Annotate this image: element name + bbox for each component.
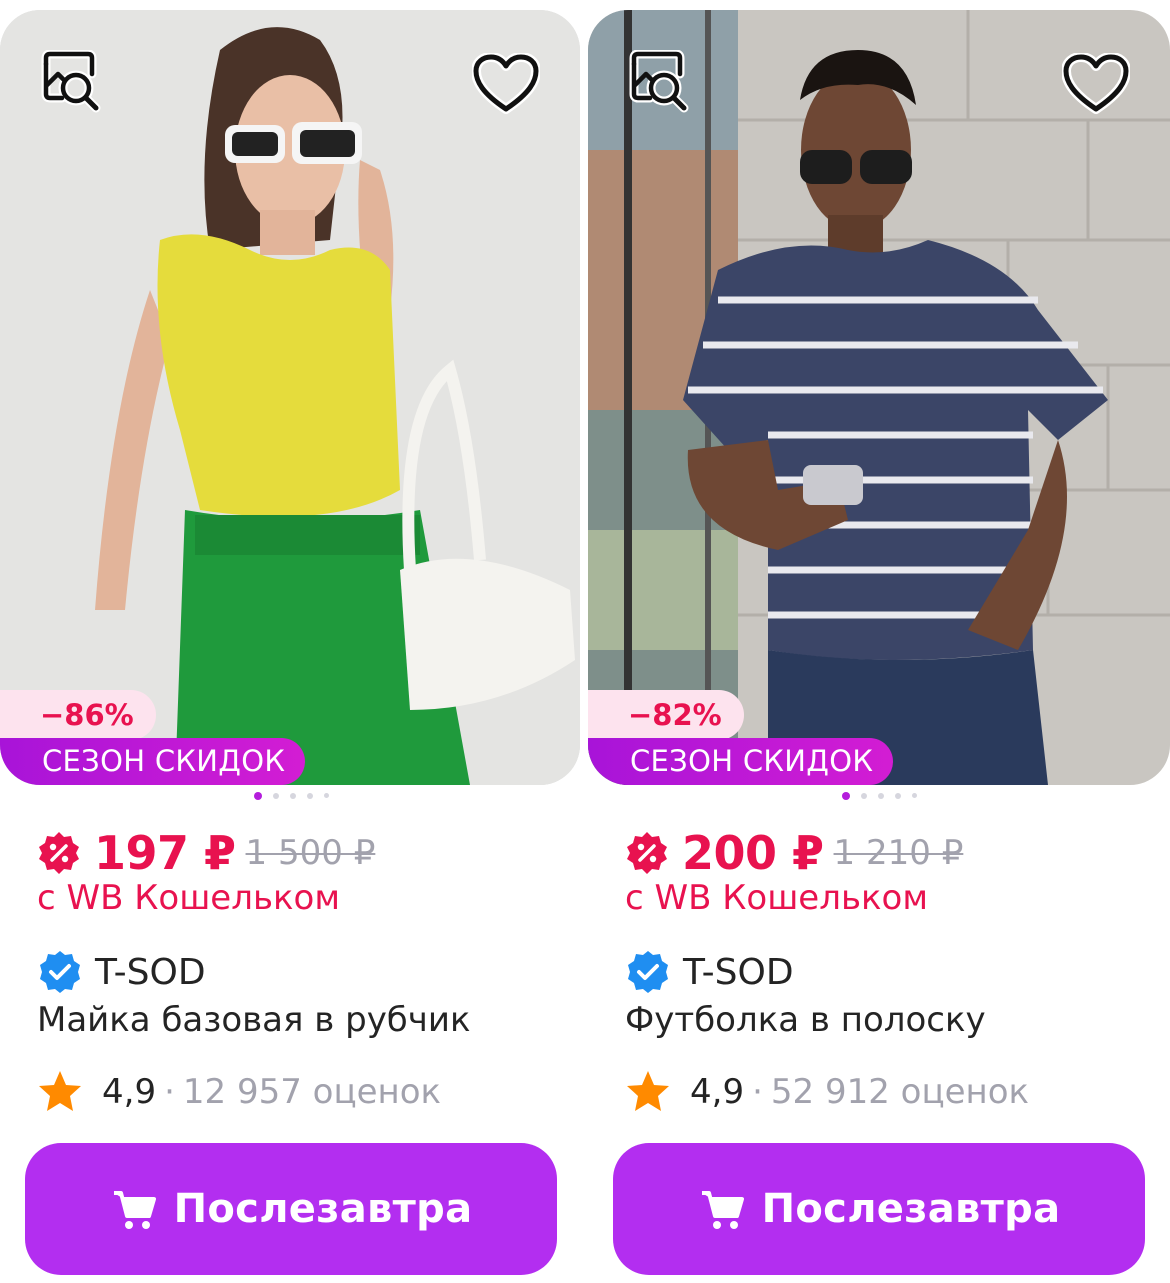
add-to-cart-label: Послезавтра bbox=[173, 1186, 473, 1232]
rating-separator: · bbox=[752, 1072, 763, 1112]
favorite-button[interactable] bbox=[1056, 44, 1136, 124]
review-count: 12 957 оценок bbox=[182, 1072, 442, 1112]
star-icon bbox=[39, 1071, 81, 1111]
promo-badge: СЕЗОН СКИДОК bbox=[588, 738, 894, 785]
cart-icon bbox=[701, 1191, 744, 1229]
discount-badge: −82% bbox=[588, 690, 744, 740]
product-photo[interactable]: −82% СЕЗОН СКИДОК bbox=[588, 10, 1170, 785]
discount-percent-icon bbox=[39, 832, 79, 874]
heart-outline-icon bbox=[472, 53, 540, 114]
wallet-note: с WB Кошельком bbox=[625, 878, 928, 918]
pagination-dot bbox=[912, 793, 917, 798]
pagination-dot bbox=[290, 793, 296, 799]
product-image bbox=[0, 10, 580, 785]
pagination-dot bbox=[324, 793, 329, 798]
product-title[interactable]: Майка базовая в рубчик bbox=[37, 1000, 471, 1040]
review-count: 52 912 оценок bbox=[770, 1072, 1030, 1112]
product-image bbox=[588, 10, 1170, 785]
rating-row: 4,9 · 12 957 оценок bbox=[36, 1062, 441, 1122]
pagination-dot bbox=[307, 793, 313, 799]
image-search-button[interactable] bbox=[618, 44, 698, 124]
add-to-cart-button[interactable]: Послезавтра bbox=[613, 1143, 1145, 1275]
discount-percent-icon bbox=[627, 832, 667, 874]
add-to-cart-button[interactable]: Послезавтра bbox=[25, 1143, 557, 1275]
product-title[interactable]: Футболка в полоску bbox=[625, 1000, 986, 1040]
verified-check-icon bbox=[40, 951, 80, 993]
pagination-dot-active bbox=[842, 792, 850, 800]
rating-value: 4,9 bbox=[690, 1072, 745, 1112]
favorite-button[interactable] bbox=[466, 44, 546, 124]
product-card[interactable]: −82% СЕЗОН СКИДОК 200 ₽ 1 210 ₽ с WB Кош… bbox=[588, 10, 1170, 1280]
pagination-dot bbox=[273, 793, 279, 799]
cart-icon bbox=[113, 1191, 156, 1229]
current-price: 197 ₽ bbox=[94, 826, 236, 880]
promo-badge: СЕЗОН СКИДОК bbox=[0, 738, 306, 785]
image-search-button[interactable] bbox=[30, 44, 110, 124]
add-to-cart-label: Послезавтра bbox=[761, 1186, 1061, 1232]
brand-row[interactable]: T-SOD bbox=[625, 945, 794, 999]
brand-name: T-SOD bbox=[683, 951, 794, 993]
verified-check-icon bbox=[628, 951, 668, 993]
current-price: 200 ₽ bbox=[682, 826, 824, 880]
rating-row: 4,9 · 52 912 оценок bbox=[624, 1062, 1029, 1122]
heart-outline-icon bbox=[1062, 53, 1130, 114]
pagination-dot bbox=[895, 793, 901, 799]
image-pagination bbox=[588, 790, 1170, 802]
rating-separator: · bbox=[164, 1072, 175, 1112]
image-search-icon bbox=[629, 50, 689, 113]
brand-name: T-SOD bbox=[95, 951, 206, 993]
pagination-dot bbox=[861, 793, 867, 799]
rating-value: 4,9 bbox=[102, 1072, 157, 1112]
wallet-note: с WB Кошельком bbox=[37, 878, 340, 918]
product-photo[interactable]: −86% СЕЗОН СКИДОК bbox=[0, 10, 580, 785]
discount-badge: −86% bbox=[0, 690, 156, 740]
image-pagination bbox=[0, 790, 580, 802]
old-price: 1 500 ₽ bbox=[245, 833, 376, 873]
image-search-icon bbox=[41, 50, 101, 113]
product-card[interactable]: −86% СЕЗОН СКИДОК 197 ₽ 1 500 ₽ с WB Кош… bbox=[0, 10, 580, 1280]
pagination-dot bbox=[878, 793, 884, 799]
old-price: 1 210 ₽ bbox=[833, 833, 964, 873]
star-icon bbox=[627, 1071, 669, 1111]
brand-row[interactable]: T-SOD bbox=[37, 945, 206, 999]
pagination-dot-active bbox=[254, 792, 262, 800]
